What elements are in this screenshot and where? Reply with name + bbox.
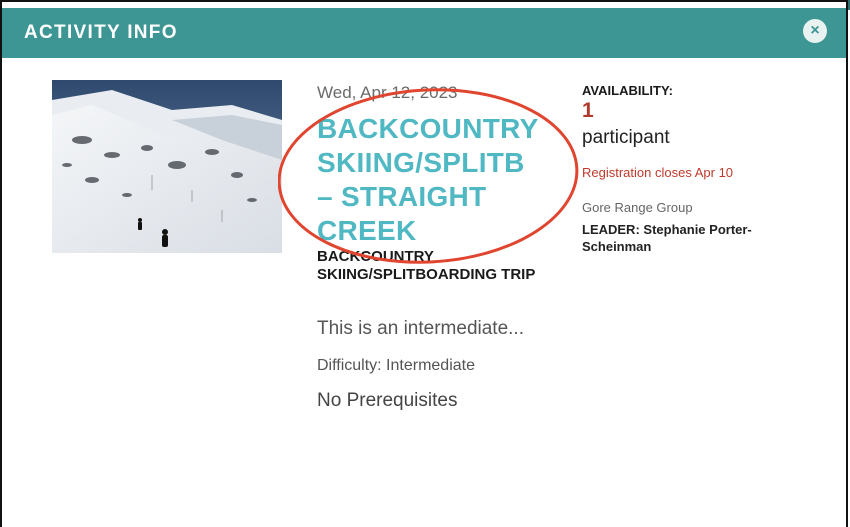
activity-description: This is an intermediate... bbox=[317, 318, 524, 339]
modal-header: ACTIVITY INFO bbox=[2, 8, 846, 58]
group-name: Gore Range Group bbox=[582, 200, 693, 215]
title-line: SKIING/SPLITB bbox=[317, 147, 525, 178]
close-icon: × bbox=[810, 22, 820, 39]
prerequisites-text: No Prerequisites bbox=[317, 390, 458, 411]
availability-count: 1 bbox=[582, 99, 594, 122]
availability-unit: participant bbox=[582, 127, 670, 148]
difficulty-text: Difficulty: Intermediate bbox=[317, 357, 475, 374]
title-line: BACKCOUNTRY bbox=[317, 113, 539, 144]
leader-label: LEADER: bbox=[582, 222, 640, 237]
title-line: CREEK bbox=[317, 215, 417, 246]
activity-photo bbox=[52, 80, 282, 253]
title-line: – STRAIGHT bbox=[317, 181, 487, 212]
leader-info: LEADER: Stephanie Porter-Scheinman bbox=[582, 221, 792, 255]
activity-title-link[interactable]: BACKCOUNTRY SKIING/SPLITB – STRAIGHT CRE… bbox=[317, 112, 577, 248]
registration-closes-text: Registration closes Apr 10 bbox=[582, 165, 734, 180]
close-button[interactable]: × bbox=[803, 19, 827, 43]
activity-date: Wed, Apr 12, 2023 bbox=[317, 83, 458, 102]
modal-title: ACTIVITY INFO bbox=[24, 22, 178, 43]
activity-type: BACKCOUNTRY SKIING/SPLITBOARDING TRIP bbox=[317, 248, 536, 283]
availability-label: AVAILABILITY: bbox=[582, 83, 673, 98]
